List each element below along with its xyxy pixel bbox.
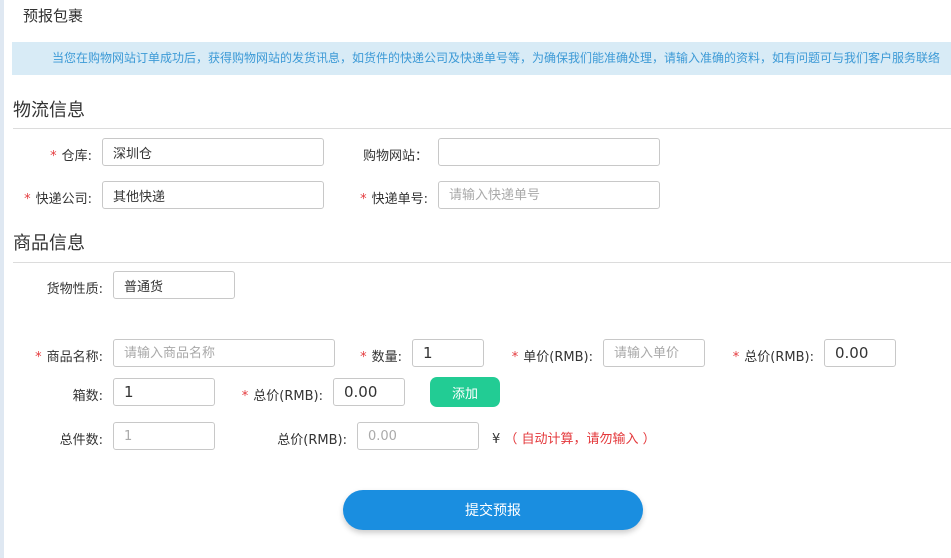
box-total-label: * 总价(RMB): xyxy=(230,385,323,404)
tracking-label: * 快递单号: xyxy=(344,188,428,207)
total-pieces-label: 总件数: xyxy=(59,433,103,448)
goods-nature-field[interactable] xyxy=(113,271,235,299)
submit-button[interactable]: 提交预报 xyxy=(343,490,643,530)
required-mark: * xyxy=(35,350,42,365)
box-total-field[interactable] xyxy=(333,378,405,406)
goods-section-title: 商品信息 xyxy=(13,233,85,254)
quantity-label-text: 数量: xyxy=(371,350,402,365)
required-mark: * xyxy=(732,350,740,365)
warehouse-label: * 仓库: xyxy=(30,145,92,164)
add-button[interactable]: 添加 xyxy=(430,377,500,407)
shop-site-label: 购物网站： xyxy=(362,149,428,164)
boxes-field[interactable] xyxy=(113,378,215,406)
grand-total-label: 总价(RMB): xyxy=(277,433,347,448)
nature-label: 货物性质: xyxy=(46,282,103,297)
boxes-label: 箱数: xyxy=(72,389,103,404)
shop-site-field[interactable] xyxy=(438,138,660,166)
tracking-label-text: 快递单号: xyxy=(371,192,428,207)
unit-price-field[interactable] xyxy=(603,339,705,367)
auto-calc-note: ¥ （ 自动计算，请勿输入 ） xyxy=(492,428,656,447)
required-mark: * xyxy=(360,350,367,365)
courier-label: * 快递公司: xyxy=(10,188,92,207)
courier-field[interactable] xyxy=(102,181,324,209)
quantity-label: * 数量: xyxy=(350,346,402,365)
page-title: 预报包裹 xyxy=(23,7,84,25)
quantity-field[interactable] xyxy=(412,339,484,367)
warehouse-label-text: 仓库: xyxy=(61,149,92,164)
left-rail xyxy=(0,0,4,558)
goods-divider xyxy=(13,262,951,263)
required-mark: * xyxy=(50,149,57,164)
notice-banner: 当您在购物网站订单成功后，获得购物网站的发货讯息，如货件的快递公司及快递单号等，… xyxy=(12,42,951,75)
logistics-divider xyxy=(13,128,951,129)
product-name-label-text: 商品名称: xyxy=(46,350,103,365)
unit-price-label-text: 单价(RMB): xyxy=(523,350,593,365)
tracking-number-field[interactable] xyxy=(438,181,660,209)
required-mark: * xyxy=(360,192,367,207)
logistics-section-title: 物流信息 xyxy=(13,100,85,121)
total-price-label: * 总价(RMB): xyxy=(720,346,814,365)
warehouse-field[interactable] xyxy=(102,138,324,166)
box-total-label-text: 总价(RMB): xyxy=(253,389,323,404)
total-pieces-field[interactable] xyxy=(113,422,215,450)
total-price-label-text: 总价(RMB): xyxy=(744,350,814,365)
required-mark: * xyxy=(24,192,31,207)
grand-total-field[interactable] xyxy=(357,422,479,450)
total-price-field[interactable] xyxy=(824,339,896,367)
auto-calc-warning: （ 自动计算，请勿输入 ） xyxy=(504,432,656,447)
currency-symbol: ¥ xyxy=(492,432,501,447)
courier-label-text: 快递公司: xyxy=(35,192,92,207)
product-name-field[interactable] xyxy=(113,339,335,367)
required-mark: * xyxy=(241,389,249,404)
product-name-label: * 商品名称: xyxy=(20,346,103,365)
required-mark: * xyxy=(511,350,519,365)
unit-price-label: * 单价(RMB): xyxy=(500,346,593,365)
